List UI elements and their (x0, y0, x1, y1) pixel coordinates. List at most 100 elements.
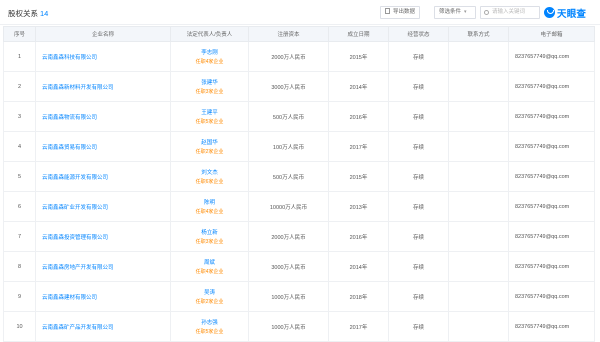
company-link[interactable]: 云南鑫森投资管理有限公司 (42, 235, 108, 241)
rep-tag[interactable]: 任职4家企业 (196, 268, 224, 275)
rep-tag[interactable]: 任职2家企业 (196, 148, 224, 155)
col-header-rep[interactable]: 法定代表人/负责人 (170, 26, 249, 42)
status-cell: 存续 (388, 71, 449, 102)
table-row: 5 云南鑫森能源开发有限公司 刘文杰 任职6家企业 500万人民币 2015年 存续 8237… (3, 161, 595, 192)
company-link[interactable]: 云南鑫森房地产开发有限公司 (42, 265, 114, 271)
rep-cell: 李志刚任职4家企业 (170, 41, 249, 72)
phone-cell (448, 281, 509, 312)
rep-link[interactable]: 孙志强 (172, 318, 248, 326)
company-link[interactable]: 云南鑫森新材料开发有限公司 (42, 85, 114, 91)
capital-cell: 500万人民币 (248, 101, 329, 132)
row-number: 7 (3, 221, 36, 252)
rep-link[interactable]: 王建平 (172, 108, 248, 116)
email-cell: 8237657749@qq.com (508, 221, 595, 252)
rep-tag[interactable]: 任职5家企业 (196, 328, 224, 335)
col-header-date[interactable]: 成立日期 (328, 26, 389, 42)
company-link[interactable]: 云南鑫森物流有限公司 (42, 115, 97, 121)
company-link[interactable]: 云南鑫森建材有限公司 (42, 295, 97, 301)
company-cell: 云南鑫森矿产品开发有限公司 (35, 311, 171, 342)
rep-link[interactable]: 陈明 (172, 198, 248, 206)
export-button[interactable]: 导出数据 (380, 6, 420, 19)
rep-tag[interactable]: 任职4家企业 (196, 208, 224, 215)
col-header-no[interactable]: 序号 (3, 26, 36, 42)
logo-icon (544, 7, 555, 18)
rep-tag[interactable]: 任职2家企业 (196, 298, 224, 305)
rep-link[interactable]: 杨立新 (172, 228, 248, 236)
capital-cell: 100万人民币 (248, 131, 329, 162)
date-cell: 2016年 (328, 221, 389, 252)
rep-tag[interactable]: 任职5家企业 (196, 118, 224, 125)
phone-cell (448, 251, 509, 282)
table-row: 7 云南鑫森投资管理有限公司 杨立新任职3家企业 2000万人民币 2016年 存续 823… (3, 221, 595, 252)
rep-cell: 陈明任职4家企业 (170, 191, 249, 222)
row-number: 2 (3, 71, 36, 102)
company-cell: 云南鑫森矿业开发有限公司 (35, 191, 171, 222)
rep-link[interactable]: 李志刚 (172, 48, 248, 56)
company-cell: 云南鑫森能源开发有限公司 (35, 161, 171, 192)
col-header-company[interactable]: 企业名称 (35, 26, 171, 42)
company-link[interactable]: 云南鑫森科技有限公司 (42, 55, 97, 61)
logo-text: 天眼查 (557, 8, 587, 20)
row-number: 8 (3, 251, 36, 282)
row-number: 9 (3, 281, 36, 312)
rep-cell: 赵国华任职2家企业 (170, 131, 249, 162)
rep-link[interactable]: 周斌 (172, 258, 248, 266)
phone-cell (448, 311, 509, 342)
email-cell: 8237657749@qq.com (508, 161, 595, 192)
table-row: 9 云南鑫森建材有限公司 吴涛 任职2家企业 1000万人民币 2018年 存续 823765… (3, 281, 595, 312)
rep-cell: 孙志强任职5家企业 (170, 311, 249, 342)
company-cell: 云南鑫森投资管理有限公司 (35, 221, 171, 252)
chevron-down-icon: ▾ (464, 9, 467, 15)
col-header-phone[interactable]: 联系方式 (448, 26, 509, 42)
row-number: 10 (3, 311, 36, 342)
company-link[interactable]: 云南鑫森贸易有限公司 (42, 145, 97, 151)
company-link[interactable]: 云南鑫森能源开发有限公司 (42, 175, 108, 181)
email-cell: 8237657749@qq.com (508, 131, 595, 162)
phone-cell (448, 221, 509, 252)
company-cell: 云南鑫森房地产开发有限公司 (35, 251, 171, 282)
date-cell: 2018年 (328, 281, 389, 312)
date-cell: 2014年 (328, 251, 389, 282)
phone-cell (448, 191, 509, 222)
rep-link[interactable]: 刘文杰 (172, 168, 248, 176)
table-row: 2 云南鑫森新材料开发有限公司 张建华 任职3家企业 3000万人民币 2014年 存续 82… (3, 71, 595, 102)
rep-link[interactable]: 张建华 (172, 78, 248, 86)
email-cell: 8237657749@qq.com (508, 41, 595, 72)
status-cell: 存续 (388, 221, 449, 252)
search-input[interactable]: 请输入关键词 (480, 6, 540, 19)
col-header-status[interactable]: 经营状态 (388, 26, 449, 42)
row-number: 4 (3, 131, 36, 162)
rep-link[interactable]: 吴涛 (172, 288, 248, 296)
capital-cell: 500万人民币 (248, 161, 329, 192)
capital-cell: 2000万人民币 (248, 41, 329, 72)
rep-tag[interactable]: 任职3家企业 (196, 238, 224, 245)
company-cell: 云南鑫森建材有限公司 (35, 281, 171, 312)
col-header-email[interactable]: 电子邮箱 (508, 26, 595, 42)
table-row: 10 云南鑫森矿产品开发有限公司 孙志强 任职5家企业 1000万人民币 2017年 存续 8… (3, 311, 595, 342)
phone-cell (448, 161, 509, 192)
rep-tag[interactable]: 任职6家企业 (196, 178, 224, 185)
email-cell: 8237657749@qq.com (508, 311, 595, 342)
col-header-capital[interactable]: 注册资本 (248, 26, 329, 42)
capital-cell: 3000万人民币 (248, 251, 329, 282)
company-link[interactable]: 云南鑫森矿业开发有限公司 (42, 205, 108, 211)
status-cell: 存续 (388, 161, 449, 192)
email-cell: 8237657749@qq.com (508, 191, 595, 222)
rep-tag[interactable]: 任职4家企业 (196, 58, 224, 65)
status-cell: 存续 (388, 251, 449, 282)
status-cell: 存续 (388, 101, 449, 132)
filter-dropdown[interactable]: 筛选条件 ▾ (434, 6, 476, 19)
rep-tag[interactable]: 任职3家企业 (196, 88, 224, 95)
rep-link[interactable]: 赵国华 (172, 138, 248, 146)
toolbar: 股权关系 14 导出数据 筛选条件 ▾ 请输入关键词 天眼查 (0, 0, 600, 25)
date-cell: 2013年 (328, 191, 389, 222)
company-table: 序号 企业名称 法定代表人/负责人 注册资本 成立日期 经营状态 联系方式 电子… (3, 26, 595, 342)
email-cell: 8237657749@qq.com (508, 281, 595, 312)
email-cell: 8237657749@qq.com (508, 71, 595, 102)
company-cell: 云南鑫森贸易有限公司 (35, 131, 171, 162)
capital-cell: 2000万人民币 (248, 221, 329, 252)
table-row: 8 云南鑫森房地产开发有限公司 周斌 任职4家企业 3000万人民币 2014年 存续 823… (3, 251, 595, 282)
email-cell: 8237657749@qq.com (508, 101, 595, 132)
company-link[interactable]: 云南鑫森矿产品开发有限公司 (42, 325, 114, 331)
brand-logo[interactable]: 天眼查 (544, 5, 586, 20)
